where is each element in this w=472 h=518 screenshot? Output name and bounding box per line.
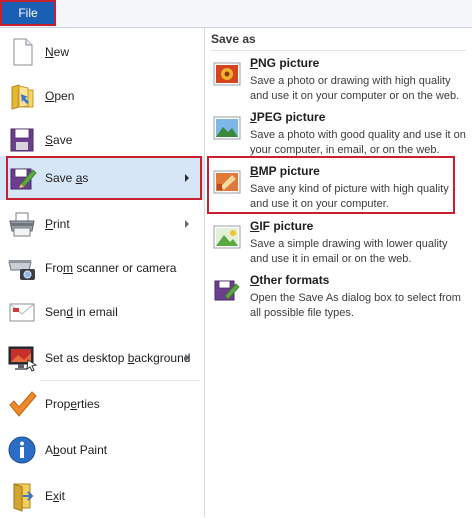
option-title: PNG picture bbox=[250, 56, 320, 70]
menu-item-label: From scanner or camera bbox=[45, 261, 177, 275]
option-title: JPEG picture bbox=[250, 110, 326, 124]
menu-item-label: Exit bbox=[45, 489, 66, 503]
menu-item-label: Set as desktop background bbox=[45, 351, 191, 365]
option-description: Open the Save As dialog box to select fr… bbox=[250, 292, 461, 319]
gif-picture-icon bbox=[213, 225, 241, 249]
menu-item-save-as[interactable]: Save as bbox=[0, 156, 204, 200]
menu-item-open[interactable]: Open bbox=[0, 74, 204, 118]
email-icon bbox=[9, 303, 35, 322]
option-title: Other formats bbox=[250, 273, 330, 287]
option-description: Save any kind of picture with high quali… bbox=[250, 183, 449, 210]
menu-item-set-as-desktop-background[interactable]: Set as desktop background bbox=[0, 336, 204, 380]
file-tab[interactable]: File bbox=[0, 0, 56, 26]
menu-item-new[interactable]: New bbox=[0, 30, 204, 74]
option-title: BMP picture bbox=[250, 164, 320, 178]
save-disk-icon bbox=[10, 128, 34, 152]
bmp-picture-icon bbox=[213, 170, 241, 194]
option-description: Save a photo or drawing with high qualit… bbox=[250, 75, 460, 102]
new-document-icon bbox=[13, 38, 33, 66]
menu-item-label: New bbox=[45, 45, 70, 59]
file-menu: New Open Save Save as Print From scanner… bbox=[0, 28, 205, 517]
menu-item-label: Print bbox=[45, 217, 70, 231]
checkmark-icon bbox=[9, 391, 37, 417]
submenu-arrow-icon bbox=[185, 220, 189, 228]
menu-item-label: Open bbox=[45, 89, 75, 103]
save-as-panel: Save as PNG picture Save a photo or draw… bbox=[205, 28, 472, 517]
option-description: Save a simple drawing with lower quality… bbox=[250, 238, 448, 265]
menu-item-properties[interactable]: Properties bbox=[0, 382, 204, 426]
save-option-png[interactable]: PNG picture Save a photo or drawing with… bbox=[205, 56, 472, 110]
printer-icon bbox=[9, 212, 35, 237]
save-option-bmp[interactable]: BMP picture Save any kind of picture wit… bbox=[205, 164, 472, 218]
menu-item-label: Save bbox=[45, 133, 73, 147]
title-bar: File bbox=[0, 0, 472, 28]
menu-item-print[interactable]: Print bbox=[0, 202, 204, 246]
menu-item-label: Send in email bbox=[45, 305, 118, 319]
open-folder-icon bbox=[11, 84, 34, 110]
menu-item-label: Properties bbox=[45, 397, 100, 411]
exit-door-icon bbox=[13, 483, 34, 512]
menu-item-from-scanner-or-camera[interactable]: From scanner or camera bbox=[0, 246, 204, 290]
png-picture-icon bbox=[213, 62, 241, 86]
menu-separator bbox=[40, 380, 200, 381]
panel-title: Save as bbox=[211, 28, 466, 51]
other-formats-icon bbox=[214, 280, 240, 301]
desktop-background-icon bbox=[8, 346, 38, 372]
option-description: Save a photo with good quality and use i… bbox=[250, 129, 466, 156]
option-title: GIF picture bbox=[250, 219, 314, 233]
save-option-jpeg[interactable]: JPEG picture Save a photo with good qual… bbox=[205, 110, 472, 164]
menu-item-exit[interactable]: Exit bbox=[0, 474, 204, 518]
save-as-icon bbox=[10, 168, 37, 190]
submenu-arrow-icon bbox=[185, 174, 189, 182]
scanner-camera-icon bbox=[8, 260, 35, 280]
jpeg-picture-icon bbox=[213, 116, 241, 140]
save-option-other-formats[interactable]: Other formats Open the Save As dialog bo… bbox=[205, 273, 472, 327]
submenu-arrow-icon bbox=[185, 354, 189, 362]
menu-item-label: About Paint bbox=[45, 443, 108, 457]
menu-item-label: Save as bbox=[45, 171, 89, 185]
menu-item-send-in-email[interactable]: Send in email bbox=[0, 290, 204, 334]
menu-item-about-paint[interactable]: About Paint bbox=[0, 428, 204, 472]
save-option-gif[interactable]: GIF picture Save a simple drawing with l… bbox=[205, 219, 472, 273]
info-icon bbox=[8, 436, 36, 464]
